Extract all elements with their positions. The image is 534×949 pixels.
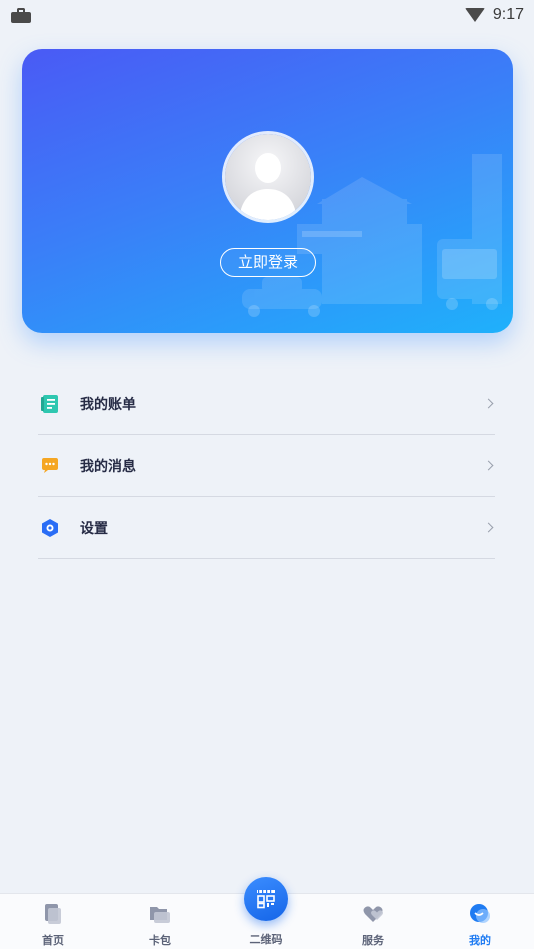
chevron-right-icon xyxy=(483,460,494,471)
chevron-right-icon xyxy=(483,398,494,409)
avatar[interactable] xyxy=(225,134,311,220)
menu-item-messages[interactable]: 我的消息 xyxy=(38,435,495,497)
briefcase-icon xyxy=(11,7,31,23)
bill-icon xyxy=(39,393,61,415)
message-icon xyxy=(39,455,61,477)
home-icon xyxy=(42,903,64,925)
status-bar: 9:17 xyxy=(0,0,534,30)
menu-label-settings: 设置 xyxy=(80,520,108,537)
login-button[interactable]: 立即登录 xyxy=(220,248,316,277)
menu-item-bill[interactable]: 我的账单 xyxy=(38,373,495,435)
tab-label-profile: 我的 xyxy=(469,934,491,947)
qr-code-button[interactable] xyxy=(244,877,288,921)
menu-label-bill: 我的账单 xyxy=(80,396,136,413)
status-right: 9:17 xyxy=(464,6,524,24)
tab-label-wallet: 卡包 xyxy=(149,934,171,947)
tab-label-home: 首页 xyxy=(42,934,64,947)
heart-service-icon xyxy=(362,903,384,925)
bottom-tab-bar: 首页 卡包 二维码 服务 我的 xyxy=(0,877,534,949)
settings-icon xyxy=(39,517,61,539)
user-silhouette-icon xyxy=(239,153,297,220)
menu-item-settings[interactable]: 设置 xyxy=(38,497,495,559)
profile-card: 立即登录 xyxy=(22,49,513,333)
qr-code-icon xyxy=(257,890,275,909)
menu-list: 我的账单 我的消息 设置 xyxy=(38,373,495,559)
chevron-right-icon xyxy=(483,522,494,533)
wallet-icon xyxy=(149,903,171,925)
menu-label-messages: 我的消息 xyxy=(80,458,136,475)
tab-home[interactable]: 首页 xyxy=(13,894,93,949)
wifi-icon xyxy=(464,8,485,22)
tab-label-service: 服务 xyxy=(362,934,384,947)
profile-icon xyxy=(469,903,491,925)
status-time: 9:17 xyxy=(492,6,524,23)
tab-profile[interactable]: 我的 xyxy=(440,894,520,949)
tab-wallet[interactable]: 卡包 xyxy=(120,894,200,949)
tab-label-qr-code[interactable]: 二维码 xyxy=(226,931,306,947)
tab-service[interactable]: 服务 xyxy=(333,894,413,949)
